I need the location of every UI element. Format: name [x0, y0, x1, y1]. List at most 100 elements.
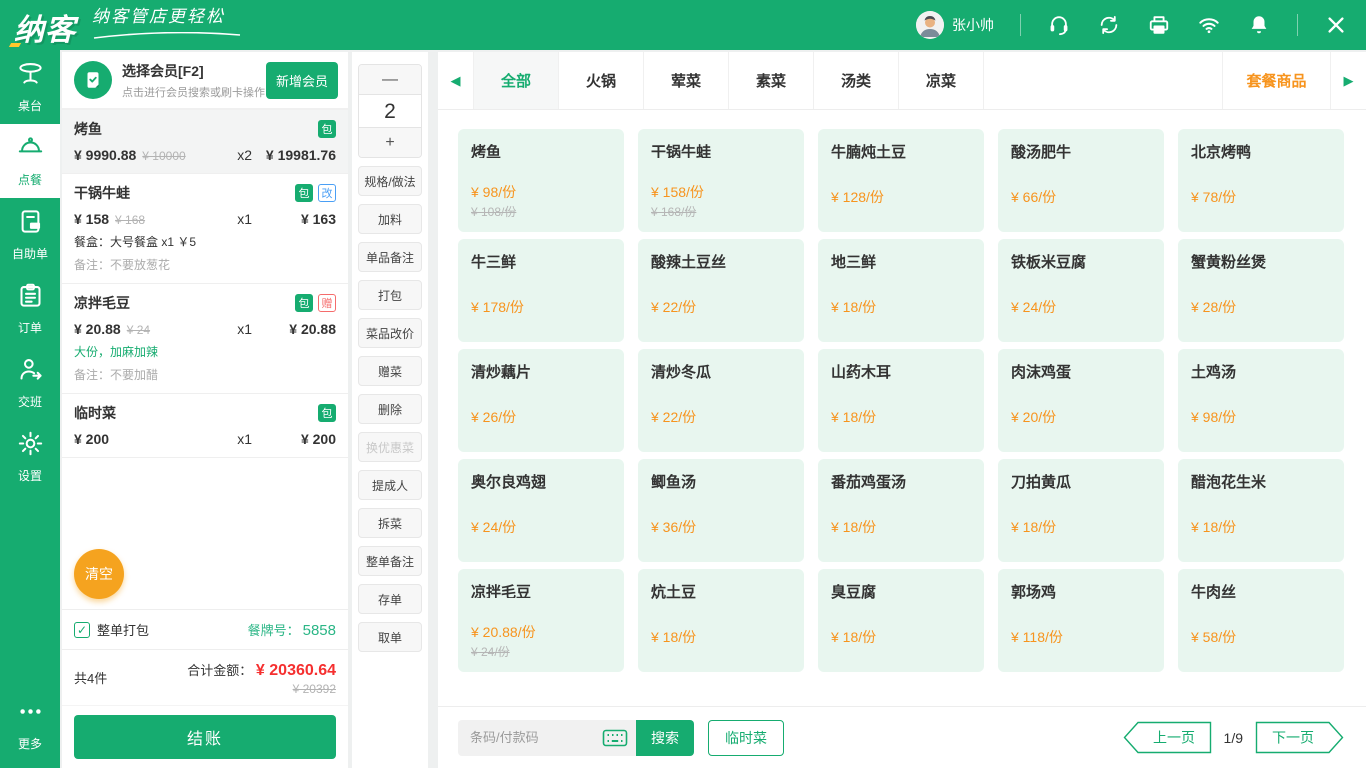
search-button[interactable]: 搜索 [636, 720, 694, 756]
menu-item-name: 刀拍黄瓜 [1011, 471, 1151, 493]
sidebar-item-交班[interactable]: 交班 [0, 346, 60, 420]
menu-item-card[interactable]: 烤鱼 ¥ 98/份 ¥ 108/份 [458, 129, 624, 232]
order-item-spec-line: 大份，加麻加辣 [74, 343, 336, 360]
menu-item-name: 酸汤肥牛 [1011, 141, 1151, 163]
qty-minus-button[interactable]: — [359, 65, 421, 94]
menu-item-name: 烤鱼 [471, 141, 611, 158]
bell-icon[interactable] [1247, 13, 1271, 37]
sidebar-item-订单[interactable]: 订单 [0, 272, 60, 346]
sidebar-item-设置[interactable]: 设置 [0, 420, 60, 494]
order-item[interactable]: 凉拌毛豆 包赠 ¥ 20.88 ¥ 24 x1 ¥ 20.88 大份，加麻加辣备… [62, 284, 348, 394]
action-button-提成人[interactable]: 提成人 [358, 470, 422, 500]
user-account[interactable]: 张小帅 [916, 11, 994, 39]
tab-combo-products[interactable]: 套餐商品 [1222, 52, 1330, 109]
menu-item-card[interactable]: 臭豆腐 ¥ 18/份 [818, 569, 984, 672]
category-scroll-left-icon[interactable]: ◀ [438, 52, 474, 109]
action-button-整单备注[interactable]: 整单备注 [358, 546, 422, 576]
menu-item-card[interactable]: 鲫鱼汤 ¥ 36/份 [638, 459, 804, 562]
menu-item-card[interactable]: 炕土豆 ¥ 18/份 [638, 569, 804, 672]
close-icon[interactable] [1324, 13, 1348, 37]
action-button-删除[interactable]: 删除 [358, 394, 422, 424]
menu-item-card[interactable]: 北京烤鸭 ¥ 78/份 [1178, 129, 1344, 232]
clear-order-button[interactable]: 清空 [74, 549, 124, 599]
printer-icon[interactable] [1147, 13, 1171, 37]
menu-item-price: ¥ 128/份 [831, 187, 971, 207]
menu-item-card[interactable]: 山药木耳 ¥ 18/份 [818, 349, 984, 452]
action-button-打包[interactable]: 打包 [358, 280, 422, 310]
order-item-total: ¥ 200 [252, 431, 336, 447]
menu-item-name: 牛腩炖土豆 [831, 141, 971, 163]
prev-page-button[interactable]: 上一页 [1123, 721, 1212, 754]
menu-item-card[interactable]: 郭场鸡 ¥ 118/份 [998, 569, 1164, 672]
sidebar-item-more[interactable]: 更多 [0, 688, 60, 762]
checkout-button[interactable]: 结账 [74, 715, 336, 759]
temp-dish-button[interactable]: 临时菜 [708, 720, 784, 756]
menu-item-card[interactable]: 酸辣土豆丝 ¥ 22/份 [638, 239, 804, 342]
page-indicator: 1/9 [1224, 730, 1243, 746]
category-tab-凉菜[interactable]: 凉菜 [899, 52, 984, 109]
menu-item-price: ¥ 118/份 [1011, 627, 1151, 647]
category-tab-汤类[interactable]: 汤类 [814, 52, 899, 109]
sidebar-item-点餐[interactable]: 点餐 [0, 124, 60, 198]
menu-item-card[interactable]: 牛腩炖土豆 ¥ 128/份 [818, 129, 984, 232]
menu-item-card[interactable]: 醋泡花生米 ¥ 18/份 [1178, 459, 1344, 562]
menu-item-card[interactable]: 土鸡汤 ¥ 98/份 [1178, 349, 1344, 452]
barcode-input[interactable] [470, 730, 602, 745]
order-item[interactable]: 临时菜 包 ¥ 200 x1 ¥ 200 [62, 394, 348, 458]
add-member-button[interactable]: 新增会员 [266, 62, 338, 99]
menu-item-card[interactable]: 地三鲜 ¥ 18/份 [818, 239, 984, 342]
member-select-bar[interactable]: 选择会员[F2] 点击进行会员搜索或刷卡操作 新增会员 [62, 52, 348, 110]
user-name: 张小帅 [952, 15, 994, 35]
menu-item-card[interactable]: 牛三鲜 ¥ 178/份 [458, 239, 624, 342]
item-count: 共4件 [74, 668, 107, 687]
order-item[interactable]: 烤鱼 包 ¥ 9990.88 ¥ 10000 x2 ¥ 19981.76 [62, 110, 348, 174]
menu-item-card[interactable]: 刀拍黄瓜 ¥ 18/份 [998, 459, 1164, 562]
menu-grid: 烤鱼 ¥ 98/份 ¥ 108/份 干锅牛蛙 ¥ 158/份 ¥ 168/份 牛… [438, 110, 1366, 706]
menu-item-price: ¥ 18/份 [651, 627, 791, 647]
menu-item-card[interactable]: 清炒冬瓜 ¥ 22/份 [638, 349, 804, 452]
menu-item-card[interactable]: 凉拌毛豆 ¥ 20.88/份 ¥ 24/份 [458, 569, 624, 672]
action-button-单品备注[interactable]: 单品备注 [358, 242, 422, 272]
category-scroll-right-icon[interactable]: ▶ [1330, 52, 1366, 109]
category-tab-全部[interactable]: 全部 [474, 52, 559, 109]
sidebar-item-桌台[interactable]: 桌台 [0, 50, 60, 124]
qty-plus-button[interactable]: + [359, 128, 421, 157]
action-button-拆菜[interactable]: 拆菜 [358, 508, 422, 538]
order-item[interactable]: 干锅牛蛙 包改 ¥ 158 ¥ 168 x1 ¥ 163 餐盒：大号餐盒 x1 … [62, 174, 348, 284]
sync-icon[interactable] [1097, 13, 1121, 37]
category-tab-荤菜[interactable]: 荤菜 [644, 52, 729, 109]
topbar: 纳客 纳客管店更轻松 张小帅 [0, 0, 1366, 50]
menu-item-card[interactable]: 肉沫鸡蛋 ¥ 20/份 [998, 349, 1164, 452]
action-button-取单[interactable]: 取单 [358, 622, 422, 652]
wifi-icon[interactable] [1197, 13, 1221, 37]
category-tab-火锅[interactable]: 火锅 [559, 52, 644, 109]
self-order-icon [17, 208, 44, 240]
category-tab-素菜[interactable]: 素菜 [729, 52, 814, 109]
menu-item-card[interactable]: 番茄鸡蛋汤 ¥ 18/份 [818, 459, 984, 562]
menu-item-card[interactable]: 奥尔良鸡翅 ¥ 24/份 [458, 459, 624, 562]
menu-item-card[interactable]: 蟹黄粉丝煲 ¥ 28/份 [1178, 239, 1344, 342]
menu-item-card[interactable]: 干锅牛蛙 ¥ 158/份 ¥ 168/份 [638, 129, 804, 232]
menu-item-card[interactable]: 酸汤肥牛 ¥ 66/份 [998, 129, 1164, 232]
action-button-赠菜[interactable]: 赠菜 [358, 356, 422, 386]
pack-whole-order-checkbox[interactable]: ✓ [74, 622, 90, 638]
next-page-button[interactable]: 下一页 [1255, 721, 1344, 754]
menu-item-price: ¥ 26/份 [471, 407, 611, 427]
action-button-菜品改价[interactable]: 菜品改价 [358, 318, 422, 348]
keyboard-icon[interactable] [602, 728, 628, 748]
menu-item-price: ¥ 18/份 [831, 297, 971, 317]
total-amount: ¥ 20360.64 [256, 662, 336, 679]
action-button-规格/做法[interactable]: 规格/做法 [358, 166, 422, 196]
menu-item-card[interactable]: 铁板米豆腐 ¥ 24/份 [998, 239, 1164, 342]
menu-item-card[interactable]: 清炒藕片 ¥ 26/份 [458, 349, 624, 452]
menu-item-name: 奥尔良鸡翅 [471, 471, 611, 493]
action-button-存单[interactable]: 存单 [358, 584, 422, 614]
menu-item-price: ¥ 18/份 [831, 517, 971, 537]
support-icon[interactable] [1047, 13, 1071, 37]
order-item-qty: x1 [237, 211, 252, 227]
menu-item-card[interactable]: 牛肉丝 ¥ 58/份 [1178, 569, 1344, 672]
action-button-加料[interactable]: 加料 [358, 204, 422, 234]
order-item-qty: x2 [237, 147, 252, 163]
menu-item-price: ¥ 18/份 [1011, 517, 1151, 537]
sidebar-item-自助单[interactable]: 自助单 [0, 198, 60, 272]
